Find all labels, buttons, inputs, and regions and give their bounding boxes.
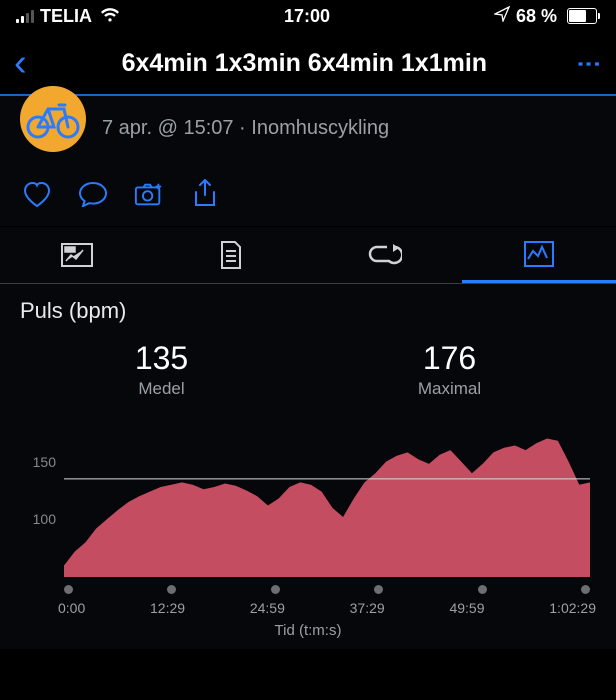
y-tick: 150 xyxy=(20,454,56,470)
chart-summary: 135 Medel 176 Maximal xyxy=(20,340,596,399)
signal-icon xyxy=(16,9,34,23)
nav-bar: ‹ 6x4min 1x3min 6x4min 1x1min ⋮ xyxy=(0,32,616,96)
location-icon xyxy=(494,6,510,27)
comment-button[interactable] xyxy=(78,180,108,208)
share-button[interactable] xyxy=(190,180,220,208)
x-tick: 1:02:29 xyxy=(549,600,596,616)
x-tick: 24:59 xyxy=(250,600,285,616)
like-button[interactable] xyxy=(22,180,52,208)
action-bar xyxy=(0,166,616,227)
clock: 17:00 xyxy=(284,6,330,27)
battery-percent: 68 % xyxy=(516,6,557,27)
back-button[interactable]: ‹ xyxy=(14,44,35,82)
x-dot xyxy=(581,585,590,594)
camera-button[interactable] xyxy=(134,180,164,208)
x-axis-title: Tid (t:m:s) xyxy=(20,622,596,639)
bike-icon xyxy=(24,99,82,139)
avg-label: Medel xyxy=(135,379,188,399)
chart-panel: Puls (bpm) 135 Medel 176 Maximal 100150 … xyxy=(0,284,616,649)
carrier-label: TELIA xyxy=(40,6,92,27)
tab-stats[interactable] xyxy=(0,227,154,283)
x-dot xyxy=(167,585,176,594)
x-dot xyxy=(271,585,280,594)
tab-laps[interactable] xyxy=(308,227,462,283)
activity-avatar[interactable] xyxy=(20,86,86,152)
more-button[interactable]: ⋮ xyxy=(574,52,602,74)
x-tick: 12:29 xyxy=(150,600,185,616)
tab-bar xyxy=(0,227,616,284)
x-axis-labels: 0:00 12:29 24:59 37:29 49:59 1:02:29 xyxy=(58,600,596,616)
x-tick: 49:59 xyxy=(449,600,484,616)
avg-value: 135 xyxy=(135,340,188,377)
x-axis-dots xyxy=(64,585,590,594)
battery-icon xyxy=(563,8,600,24)
tab-notes[interactable] xyxy=(154,227,308,283)
y-tick: 100 xyxy=(20,511,56,527)
status-left: TELIA xyxy=(16,6,120,27)
activity-header: 7 apr. @ 15:07 · Inomhuscykling xyxy=(0,96,616,166)
wifi-icon xyxy=(100,6,120,27)
tab-charts[interactable] xyxy=(462,227,616,283)
x-tick: 0:00 xyxy=(58,600,85,616)
status-right: 68 % xyxy=(494,6,600,27)
avg-block: 135 Medel xyxy=(135,340,188,399)
x-dot xyxy=(478,585,487,594)
status-bar: TELIA 17:00 68 % xyxy=(0,0,616,32)
x-tick: 37:29 xyxy=(350,600,385,616)
max-label: Maximal xyxy=(418,379,481,399)
page-title: 6x4min 1x3min 6x4min 1x1min xyxy=(35,49,574,78)
hr-chart[interactable]: 100150 xyxy=(64,427,590,577)
x-dot xyxy=(374,585,383,594)
x-dot xyxy=(64,585,73,594)
max-block: 176 Maximal xyxy=(418,340,481,399)
activity-meta: 7 apr. @ 15:07 · Inomhuscykling xyxy=(102,117,389,140)
chart-title: Puls (bpm) xyxy=(20,298,596,324)
max-value: 176 xyxy=(418,340,481,377)
